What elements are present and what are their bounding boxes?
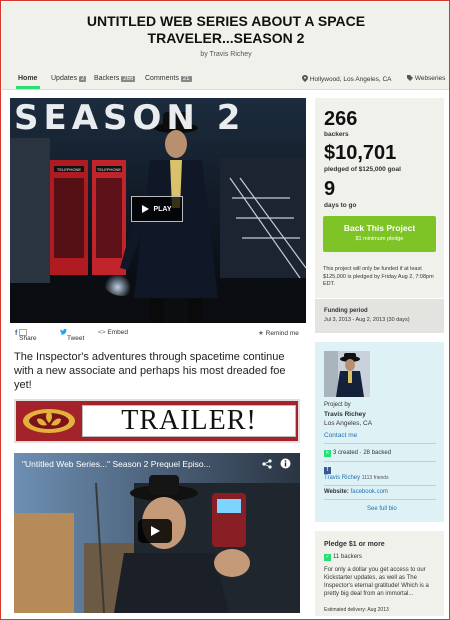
facebook-row[interactable]: f <box>324 467 333 474</box>
creator-card: Project by Travis Richey Los Angeles, CA… <box>315 342 444 522</box>
funding-stats: 266 backers $10,701 pledged of $125,000 … <box>315 98 444 298</box>
phone-booth-sign-2: TELEPHONE <box>97 167 122 172</box>
embed-icon: <> <box>98 329 106 336</box>
tab-backers-label: Backers <box>94 75 120 82</box>
tab-comments-label: Comments <box>145 75 179 82</box>
contact-me-link[interactable]: Contact me <box>324 432 357 439</box>
creator-name[interactable]: Travis Richey <box>324 411 366 418</box>
creator-location: Los Angeles, CA <box>324 420 373 427</box>
funding-period-dates: Jul 3, 2013 - Aug 2, 2013 (30 days) <box>324 317 410 323</box>
backers-count: 266 <box>324 108 358 130</box>
project-title: UNTITLED WEB SERIES ABOUT A SPACE TRAVEL… <box>86 13 366 46</box>
trailer-banner: TRAILER! <box>14 399 300 443</box>
pledge-delivery: Estimated delivery: Aug 2013 <box>324 607 389 613</box>
tab-home-label: Home <box>18 75 38 82</box>
tab-backers[interactable]: Backers 266 <box>94 75 136 82</box>
tab-updates-count: 2 <box>79 76 87 82</box>
creator-divider-2 <box>324 461 436 462</box>
funding-period-label: Funding period <box>324 308 368 314</box>
location-link[interactable]: Hollywood, Los Angeles, CA <box>302 75 391 83</box>
tab-updates-label: Updates <box>51 75 78 82</box>
embed-label: Embed <box>107 329 129 336</box>
tweet-button[interactable]: Tweet <box>60 328 84 342</box>
pledge-description: For only a dollar you get access to our … <box>324 567 429 597</box>
pledged-amount: $10,701 <box>324 142 397 164</box>
info-icon[interactable] <box>280 458 291 469</box>
phone-booth-sign: TELEPHONE <box>57 167 82 172</box>
funding-fineprint: This project will only be funded if at l… <box>323 266 434 287</box>
tab-updates[interactable]: Updates 2 <box>51 75 87 82</box>
website-label: Website: <box>324 489 349 495</box>
created-backed-row[interactable]: k3 created · 28 backed <box>324 450 391 457</box>
play-icon <box>142 205 150 213</box>
share-button[interactable]: f Share <box>15 329 37 342</box>
kickstarter-icon: k <box>324 450 331 457</box>
share-bar: f Share Tweet <> Embed ★ Remind me <box>10 323 306 342</box>
youtube-embed[interactable]: "Untitled Web Series..." Season 2 Preque… <box>14 453 300 613</box>
project-byline[interactable]: by Travis Richey <box>2 51 449 58</box>
min-pledge-label: $1 minimum pledge <box>355 236 404 242</box>
fleur-de-lis-logo <box>23 409 75 433</box>
pledge-backers-row: ✓ 11 backers <box>324 554 362 561</box>
created-backed-text: 3 created · 28 backed <box>333 450 392 456</box>
facebook-friends: 1113 friends <box>361 475 389 481</box>
website-link[interactable]: facebook.com <box>351 489 388 495</box>
facebook-name: Travis Richey <box>324 475 361 481</box>
youtube-play-button[interactable] <box>138 519 172 543</box>
back-this-project-button[interactable]: Back This Project $1 minimum pledge <box>323 216 436 252</box>
project-video[interactable]: TELEPHONE TELEPHONE SEASON 2 PLAY <box>10 98 306 323</box>
tweet-label: Tweet <box>67 335 85 342</box>
creator-divider-3 <box>324 485 436 486</box>
project-by-label: Project by <box>324 402 351 408</box>
pledge-backers: 11 backers <box>333 554 362 560</box>
facebook-name-row[interactable]: Travis Richey 1113 friends <box>324 475 389 481</box>
facebook-square-icon: f <box>324 467 331 474</box>
twitter-icon <box>60 328 67 335</box>
share-icon[interactable] <box>262 459 272 469</box>
tab-comments-count: 21 <box>180 76 192 82</box>
creator-divider-4 <box>324 499 436 500</box>
reward-tier[interactable]: Pledge $1 or more ✓ 11 backers For only a… <box>315 531 444 616</box>
trailer-text: TRAILER! <box>82 405 296 437</box>
tab-backers-count: 266 <box>121 76 136 82</box>
season-2-overlay: SEASON 2 <box>14 98 246 138</box>
project-nav: Home Updates 2 Backers 266 Comments 21 Holl… <box>2 68 449 90</box>
remind-me-button[interactable]: ★ Remind me <box>258 329 299 337</box>
category-text: Webseries <box>414 75 446 82</box>
location-text: Hollywood, Los Angeles, CA <box>309 76 392 83</box>
youtube-video-title[interactable]: "Untitled Web Series..." Season 2 Preque… <box>22 459 252 469</box>
tab-comments[interactable]: Comments 21 <box>145 75 192 82</box>
play-button[interactable]: PLAY <box>131 196 183 222</box>
tag-icon <box>407 75 413 81</box>
backers-label: backers <box>324 131 349 138</box>
creator-divider-1 <box>324 443 436 444</box>
project-blurb: The Inspector's adventures through space… <box>14 351 286 391</box>
tab-home[interactable]: Home <box>18 75 37 82</box>
play-label: PLAY <box>153 205 172 213</box>
back-button-label: Back This Project <box>343 223 416 233</box>
days-label: days to go <box>324 202 357 209</box>
youtube-play-icon <box>150 526 160 536</box>
see-full-bio-link[interactable]: See full bio <box>367 506 397 512</box>
website-row: Website: facebook.com <box>324 489 388 495</box>
category-link[interactable]: Webseries <box>407 75 445 82</box>
creator-avatar[interactable] <box>324 351 370 397</box>
facebook-icon: f <box>15 330 18 337</box>
embed-button[interactable]: <> Embed <box>98 329 128 336</box>
page-frame: UNTITLED WEB SERIES ABOUT A SPACE TRAVEL… <box>0 0 450 620</box>
backers-icon: ✓ <box>324 554 331 561</box>
funding-period: Funding period Jul 3, 2013 - Aug 2, 2013… <box>315 299 444 333</box>
location-pin-icon <box>302 75 308 82</box>
active-tab-indicator <box>16 86 40 89</box>
remind-me-label: Remind me <box>265 330 299 337</box>
project-header: UNTITLED WEB SERIES ABOUT A SPACE TRAVEL… <box>2 2 449 68</box>
star-icon: ★ <box>258 330 264 337</box>
pledge-title: Pledge $1 or more <box>324 541 385 548</box>
pledged-label: pledged of $125,000 goal <box>324 166 401 173</box>
days-count: 9 <box>324 178 336 200</box>
share-label: Share <box>19 335 37 342</box>
